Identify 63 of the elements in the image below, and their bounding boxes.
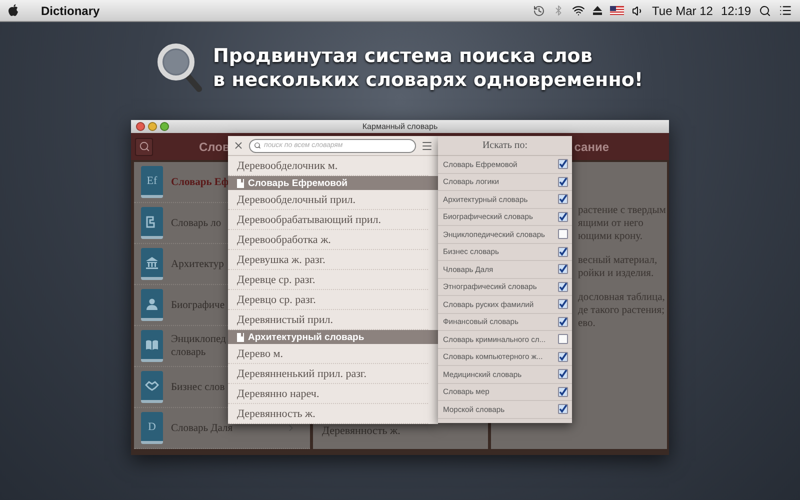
app-menu[interactable]: Dictionary [41,4,100,18]
apple-icon[interactable] [8,4,19,17]
close-icon[interactable] [136,122,145,131]
dictionary-name: Бизнес слов [171,380,225,394]
dictionary-name: Словарь Еф [171,176,229,188]
flag-icon[interactable] [610,6,624,15]
eject-icon[interactable] [593,6,602,15]
book-letters: D [148,420,156,432]
result-item[interactable]: Деревянность ж. [228,404,428,424]
result-item[interactable]: Деревянненький прил. разг. [228,364,428,384]
book-letters: Ef [146,174,158,186]
window-title: Карманный словарь [362,122,438,131]
search-icon [138,141,150,152]
dictionary-name: словарь [171,346,207,359]
checkbox[interactable] [558,369,568,380]
dictionary-name: Словарь Даля [171,422,233,434]
checkbox[interactable] [558,212,568,222]
time-machine-icon[interactable] [533,4,546,16]
checkbox[interactable] [558,229,568,240]
search-button[interactable] [135,138,153,156]
checkbox[interactable] [558,386,568,397]
bookmark-icon [237,332,244,342]
building-icon [145,256,159,270]
dictionary-name: Словарь ло [171,216,222,230]
menu-date[interactable]: Tue Mar 12 [652,4,713,18]
result-item[interactable]: Деревообделочный прил. [228,190,428,210]
headline-text: в нескольких словарях одновременно! [212,68,644,92]
checkbox[interactable] [558,194,568,204]
checkbox[interactable] [558,316,568,327]
dictionary-name: Энциклопед [171,333,226,346]
menu-button[interactable] [421,140,433,152]
result-item[interactable]: Дерево м. [228,344,428,364]
checkbox[interactable] [558,404,568,414]
checkbox[interactable] [558,159,568,170]
minimize-icon[interactable] [148,122,157,131]
search-icon [254,142,261,149]
checkbox[interactable] [558,282,568,292]
magnifier-icon [156,43,203,93]
zoom-icon[interactable] [160,122,169,131]
list-icon[interactable] [779,4,792,17]
checkbox[interactable] [558,176,568,187]
open-book-icon [145,338,159,352]
result-item[interactable]: Деревце ср. разг. [228,270,428,290]
bookmark-icon [237,178,244,188]
search-icon[interactable] [759,4,771,16]
person-icon [145,296,159,310]
checkbox[interactable] [558,352,568,362]
close-button[interactable] [233,140,244,151]
checkbox[interactable] [558,246,568,257]
checkbox[interactable] [558,264,568,274]
checkbox[interactable] [558,334,568,344]
menu-time[interactable]: 12:19 [720,4,751,18]
result-item[interactable]: Деревцо ср. разг. [228,290,428,310]
toolbar-title: сание [574,140,609,154]
panel-title: Искать по: [438,136,572,156]
result-item[interactable]: Деревушка ж. разг. [228,250,428,270]
dictionary-name: Биографиче [171,298,224,312]
result-item[interactable]: Деревообрабатывающий прил. [228,210,428,230]
result-item[interactable]: Деревянно нареч. [228,384,428,404]
dictionary-name: Архитектур [171,258,224,270]
checkbox[interactable] [558,299,568,310]
headline-text: Продвинутая система поиска слов [212,44,594,68]
result-item[interactable]: Деревообработка ж. [228,230,428,250]
